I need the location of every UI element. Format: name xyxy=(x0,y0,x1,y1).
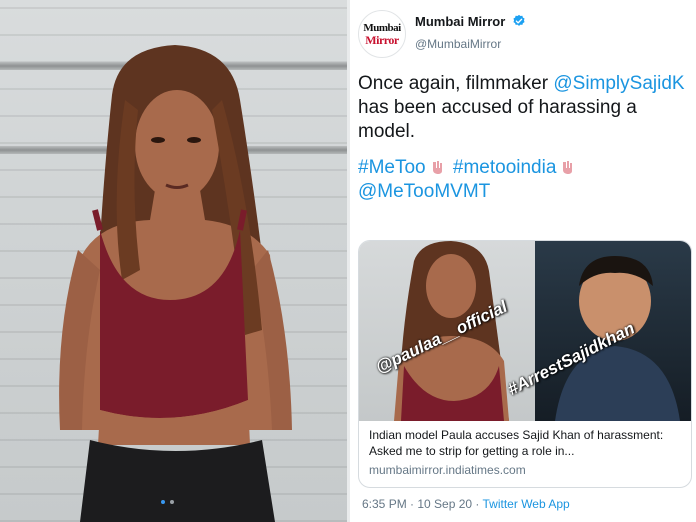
carousel-dot-active[interactable] xyxy=(161,500,165,504)
hashtag-link[interactable]: #metooindia xyxy=(453,157,557,178)
card-image: @paulaa__official #ArrestSajidkhan xyxy=(359,241,691,421)
tweet-meta: 6:35 PM · 10 Sep 20 · Twitter Web App xyxy=(362,497,570,511)
pants xyxy=(80,440,275,522)
mention-link[interactable]: @MeTooMVMT xyxy=(358,181,490,202)
pink-hand-emoji-icon xyxy=(563,161,573,174)
timestamp[interactable]: 6:35 PM · 10 Sep 20 · xyxy=(362,497,483,511)
hashtag-link[interactable]: #MeToo xyxy=(358,157,426,178)
display-name[interactable]: Mumbai Mirror xyxy=(415,14,505,29)
pink-hand-emoji-icon xyxy=(432,161,442,174)
card-title[interactable]: Indian model Paula accuses Sajid Khan of… xyxy=(369,427,684,459)
photo-panel xyxy=(0,0,347,522)
tweet: Mumbai Mirror Mumbai Mirror @MumbaiMirro… xyxy=(350,0,696,522)
source-link[interactable]: Twitter Web App xyxy=(483,497,570,511)
handle[interactable]: @MumbaiMirror xyxy=(415,37,501,51)
card-domain: mumbaimirror.indiatimes.com xyxy=(369,463,526,477)
link-card[interactable]: @paulaa__official #ArrestSajidkhan India… xyxy=(358,240,692,488)
avatar[interactable]: Mumbai Mirror xyxy=(358,10,406,58)
avatar-logo-line1: Mumbai xyxy=(363,21,401,34)
tweet-text-part: has been accused of harassing a model. xyxy=(358,97,637,142)
mention-link[interactable]: @SimplySajidK xyxy=(553,73,684,94)
carousel-dots xyxy=(161,500,174,504)
model-photo xyxy=(59,45,292,522)
carousel-dot[interactable] xyxy=(170,500,174,504)
tweet-text: Once again, filmmaker @SimplySajidK has … xyxy=(358,72,688,204)
avatar-logo-line2: Mirror xyxy=(365,32,399,47)
verified-badge-icon xyxy=(513,14,525,26)
face xyxy=(135,90,219,200)
tweet-text-part: Once again, filmmaker xyxy=(358,73,554,94)
